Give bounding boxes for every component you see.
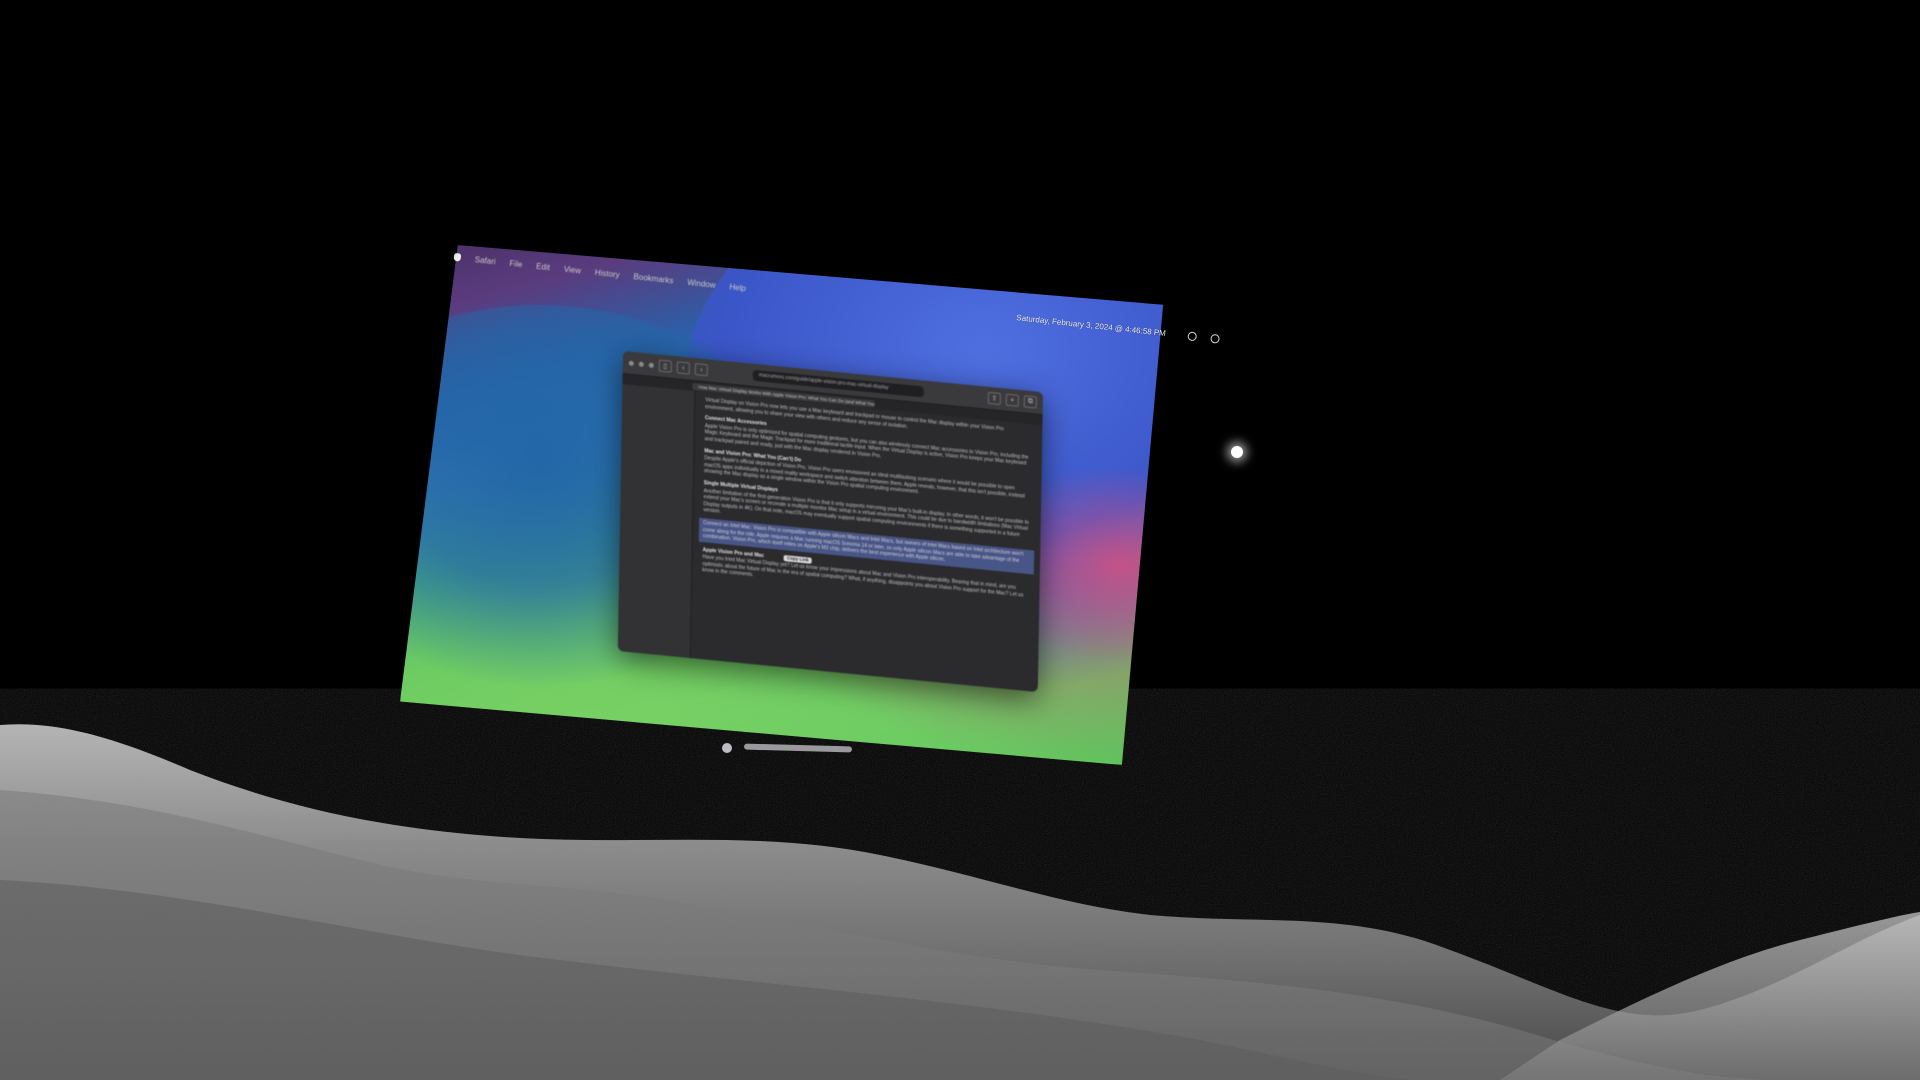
siri-icon[interactable] [1210,333,1221,344]
apple-menu-icon[interactable] [453,252,462,262]
window-grab-bar[interactable] [743,743,853,753]
minimize-window-icon[interactable] [638,361,644,367]
vision-pro-environment: Safari File Edit View History Bookmarks … [0,0,1920,1080]
safari-body: Virtual Display on Vision Pro now lets y… [617,384,1043,692]
safari-sidebar [617,384,696,660]
new-tab-icon[interactable]: + [1005,393,1019,407]
menu-item-bookmarks[interactable]: Bookmarks [633,272,674,285]
close-window-dot[interactable] [722,743,732,753]
close-window-icon[interactable] [628,360,634,366]
menu-item-window[interactable]: Window [687,277,716,289]
control-center-icon[interactable] [1187,330,1198,341]
menu-item-history[interactable]: History [594,268,620,280]
menu-item-app[interactable]: Safari [474,255,496,266]
article-content: Virtual Display on Vision Pro now lets y… [691,391,1043,692]
forward-icon[interactable]: › [694,363,708,377]
window-controls [722,741,862,755]
toolbar-spacer [929,392,983,397]
back-icon[interactable]: ‹ [676,361,690,375]
address-text: macrumors.com/guide/apple-vision-pro-mac… [758,372,889,392]
sidebar-toggle-icon[interactable]: ▯ [658,359,672,373]
menu-item-file[interactable]: File [509,258,523,268]
menu-item-help[interactable]: Help [729,282,746,293]
zoom-window-icon[interactable] [648,362,654,368]
tab-overview-icon[interactable]: ⧉ [1023,395,1037,409]
menu-item-edit[interactable]: Edit [536,261,551,271]
share-icon[interactable]: ⇧ [987,391,1001,406]
menu-item-view[interactable]: View [563,264,581,275]
safari-window[interactable]: ▯ ‹ › macrumors.com/guide/apple-vision-p… [617,351,1043,693]
